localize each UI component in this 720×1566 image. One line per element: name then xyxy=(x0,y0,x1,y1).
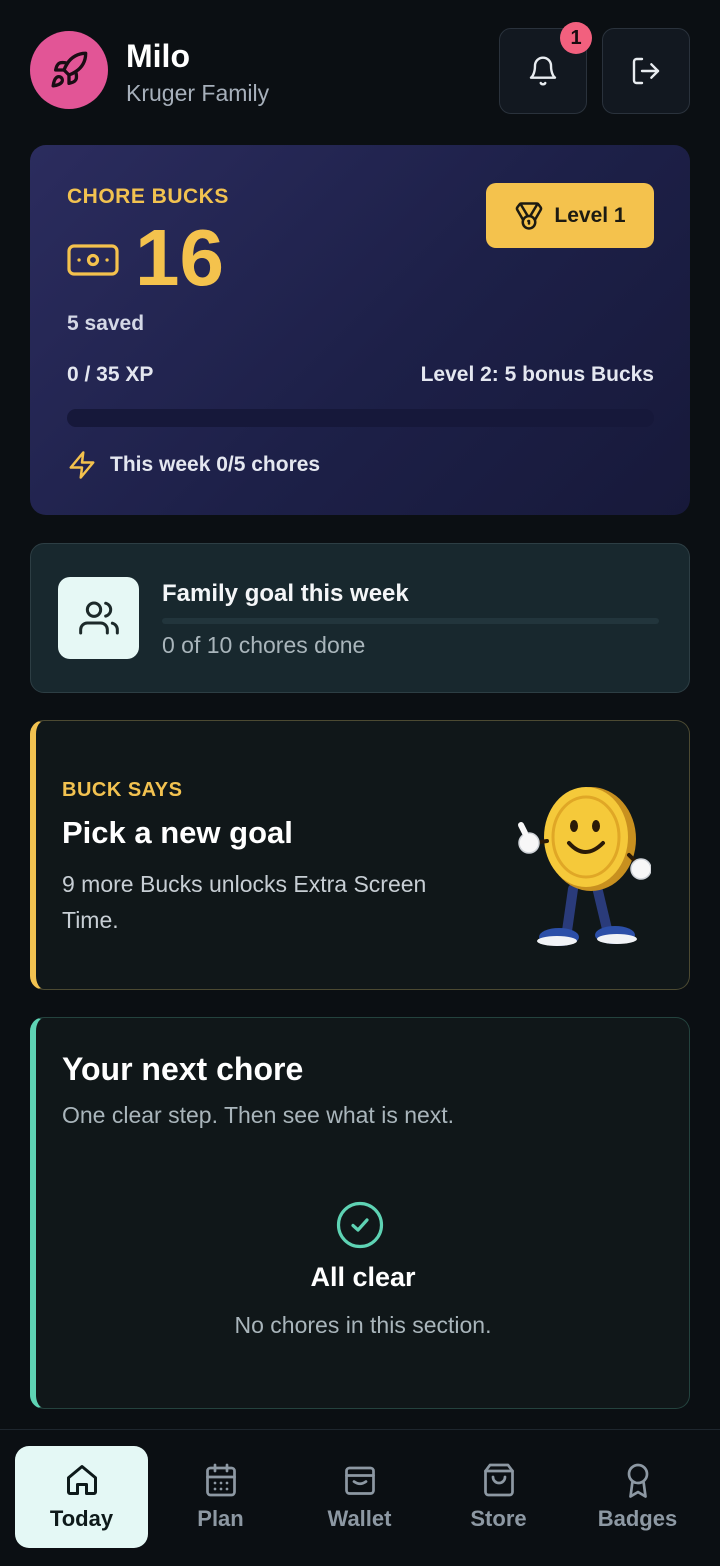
lightning-icon xyxy=(69,451,95,479)
nav-label-badges: Badges xyxy=(597,1506,678,1531)
next-chore-card: Your next chore One clear step. Then see… xyxy=(30,1017,690,1409)
level-label: Level 1 xyxy=(554,203,626,227)
nav-item-badges[interactable]: Badges xyxy=(571,1446,704,1548)
medal-icon xyxy=(516,201,543,230)
logout-button[interactable] xyxy=(602,28,690,114)
coin-mascot xyxy=(518,787,651,946)
empty-state-title: All clear xyxy=(310,1262,416,1292)
xp-progress-text: 0 / 35 XP xyxy=(67,363,154,386)
logout-icon xyxy=(632,57,660,85)
nav-item-plan[interactable]: Plan xyxy=(154,1446,287,1548)
next-chore-title: Your next chore xyxy=(62,1051,304,1087)
nav-item-today[interactable]: Today xyxy=(15,1446,148,1548)
nav-label-store: Store xyxy=(470,1506,527,1531)
rocket-icon xyxy=(51,51,88,88)
nav-label-today: Today xyxy=(49,1506,114,1531)
family-goal-title: Family goal this week xyxy=(162,580,409,607)
check-circle-icon xyxy=(336,1201,384,1249)
nav-item-store[interactable]: Store xyxy=(432,1446,565,1548)
avatar[interactable] xyxy=(30,31,108,109)
users-icon xyxy=(78,601,119,635)
bell-icon xyxy=(529,56,557,86)
next-chore-subtitle: One clear step. Then see what is next. xyxy=(62,1102,455,1128)
family-goal-progress-text: 0 of 10 chores done xyxy=(162,632,366,658)
nav-item-wallet[interactable]: Wallet xyxy=(293,1446,426,1548)
buck-says-label: BUCK SAYS xyxy=(62,779,183,801)
xp-progress-bar xyxy=(67,409,654,427)
buck-says-title: Pick a new goal xyxy=(62,815,293,850)
nav-label-wallet: Wallet xyxy=(327,1506,392,1531)
family-icon-box xyxy=(58,577,139,659)
family-name: Kruger Family xyxy=(126,80,270,106)
cash-icon xyxy=(67,244,119,276)
level-badge[interactable]: Level 1 xyxy=(486,183,654,248)
weekly-chores-progress: This week 0/5 chores xyxy=(110,453,321,476)
buck-says-message: 9 more Bucks unlocks Extra Screen Time. xyxy=(62,871,427,933)
nav-label-plan: Plan xyxy=(197,1506,244,1531)
user-name: Milo xyxy=(126,38,190,74)
next-level-reward: Level 2: 5 bonus Bucks xyxy=(420,363,654,386)
calendar-icon xyxy=(205,1463,236,1497)
profile-header: Milo Kruger Family 1 xyxy=(30,22,690,114)
family-goal-progress-bar xyxy=(162,618,659,624)
chore-bucks-card: CHORE BUCKS 16 5 saved 0 / 35 XP Level 2… xyxy=(30,145,690,515)
chore-bucks-label: CHORE BUCKS xyxy=(67,185,229,208)
buck-says-card[interactable]: BUCK SAYS Pick a new goal 9 more Bucks u… xyxy=(30,720,690,990)
shopping-bag-icon xyxy=(483,1463,514,1497)
empty-state-text: No chores in this section. xyxy=(234,1312,492,1338)
notification-count-badge: 1 xyxy=(560,22,592,54)
award-icon xyxy=(627,1463,648,1498)
bottom-navigation: Today Plan Wallet Store Badges xyxy=(0,1429,720,1566)
home-icon xyxy=(66,1465,97,1495)
chore-bucks-value: 16 xyxy=(135,213,224,302)
wallet-icon xyxy=(344,1466,375,1495)
saved-amount: 5 saved xyxy=(67,312,145,335)
family-goal-card[interactable]: Family goal this week 0 of 10 chores don… xyxy=(30,543,690,693)
